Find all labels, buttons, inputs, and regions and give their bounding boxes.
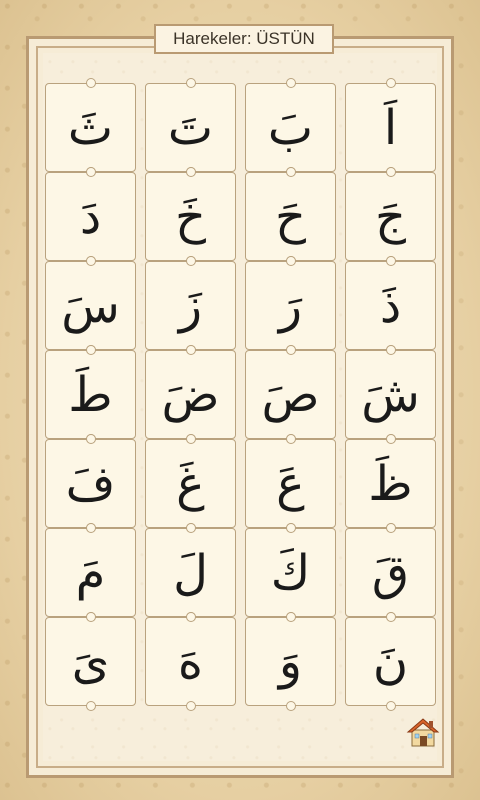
letter-glyph: زَ <box>178 277 203 334</box>
letter-glyph: شَ <box>361 366 420 423</box>
letter-glyph: كَ <box>270 544 311 601</box>
letter-tile[interactable]: جَ <box>345 167 436 266</box>
letter-tile[interactable]: غَ <box>145 434 236 533</box>
letter-tile[interactable]: شَ <box>345 345 436 444</box>
letter-glyph: حَ <box>275 188 306 245</box>
letter-glyph: ظَ <box>368 455 413 512</box>
letter-tile[interactable]: ثَ <box>45 78 136 177</box>
page-title: Harekeler: ÜSTÜN <box>154 24 334 54</box>
letter-glyph: رَ <box>278 277 303 334</box>
letter-tile[interactable]: ضَ <box>145 345 236 444</box>
letter-glyph: ىَ <box>71 633 110 690</box>
letter-glyph: جَ <box>375 188 406 245</box>
letter-tile[interactable]: ذَ <box>345 256 436 355</box>
letter-glyph: لَ <box>173 544 208 601</box>
letter-glyph: فَ <box>65 455 116 512</box>
letter-tile[interactable]: خَ <box>145 167 236 266</box>
home-icon <box>406 718 440 747</box>
letter-tile[interactable]: رَ <box>245 256 336 355</box>
letter-glyph: طَ <box>68 366 113 423</box>
letter-tile[interactable]: ىَ <box>45 612 136 711</box>
letter-tile[interactable]: ظَ <box>345 434 436 533</box>
letter-glyph: هَ <box>177 633 204 690</box>
letter-glyph: وَ <box>278 633 303 690</box>
letter-glyph: صَ <box>261 366 320 423</box>
letter-tile[interactable]: كَ <box>245 523 336 622</box>
letter-tile[interactable]: دَ <box>45 167 136 266</box>
letter-glyph: بَ <box>267 99 314 156</box>
letter-glyph: اَ <box>383 99 398 156</box>
letter-glyph: قَ <box>371 544 410 601</box>
letter-grid: ثَ تَ بَ اَ دَ خَ حَ جَ سَ زَ رَ ذَ طَ ضَ صَ شَ فَ غَ عَ ظَ… <box>45 78 436 711</box>
letter-tile[interactable]: مَ <box>45 523 136 622</box>
letter-glyph: مَ <box>75 544 106 601</box>
letter-glyph: ذَ <box>379 277 402 334</box>
letter-glyph: دَ <box>79 188 102 245</box>
letter-tile[interactable]: بَ <box>245 78 336 177</box>
letter-tile[interactable]: وَ <box>245 612 336 711</box>
letter-glyph: عَ <box>276 455 305 512</box>
home-button[interactable] <box>405 714 441 750</box>
letter-tile[interactable]: هَ <box>145 612 236 711</box>
letter-tile[interactable]: نَ <box>345 612 436 711</box>
letter-tile[interactable]: عَ <box>245 434 336 533</box>
letter-tile[interactable]: تَ <box>145 78 236 177</box>
letter-glyph: نَ <box>372 633 409 690</box>
letter-glyph: خَ <box>175 188 206 245</box>
letter-glyph: تَ <box>167 99 214 156</box>
letter-tile[interactable]: فَ <box>45 434 136 533</box>
letter-tile[interactable]: صَ <box>245 345 336 444</box>
letter-tile[interactable]: اَ <box>345 78 436 177</box>
letter-tile[interactable]: حَ <box>245 167 336 266</box>
letter-tile[interactable]: سَ <box>45 256 136 355</box>
letter-glyph: غَ <box>176 455 205 512</box>
letter-glyph: ثَ <box>67 99 114 156</box>
letter-tile[interactable]: زَ <box>145 256 236 355</box>
letter-tile[interactable]: طَ <box>45 345 136 444</box>
letter-glyph: سَ <box>61 277 120 334</box>
letter-tile[interactable]: لَ <box>145 523 236 622</box>
letter-glyph: ضَ <box>161 366 220 423</box>
letter-tile[interactable]: قَ <box>345 523 436 622</box>
